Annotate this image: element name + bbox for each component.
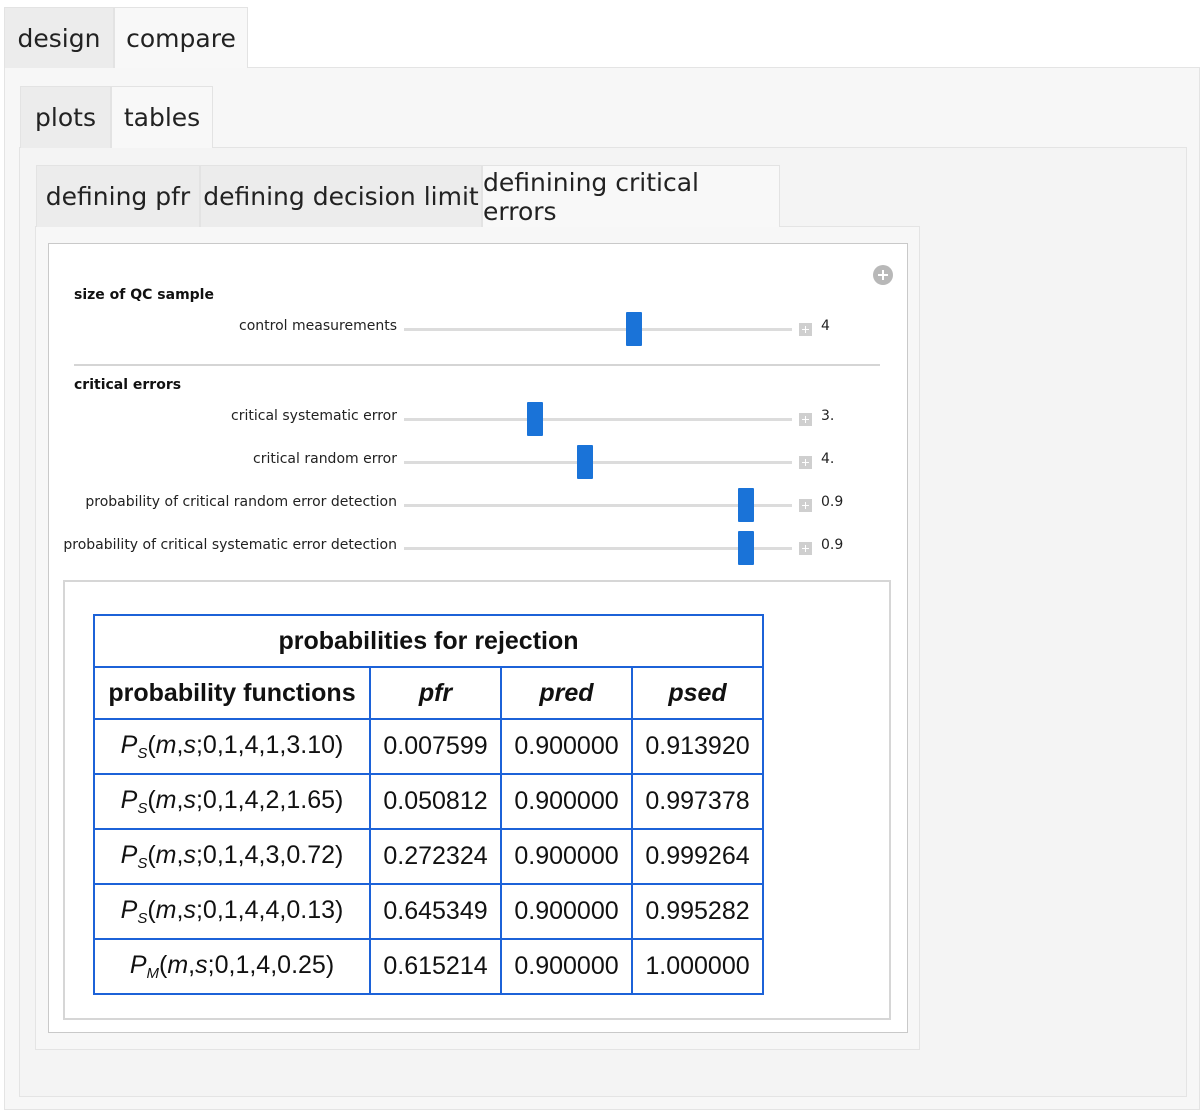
tab-plots[interactable]: plots <box>20 86 111 148</box>
critical-random-error-value: 4. <box>821 451 835 467</box>
function-cell: PS(m,s;0,1,4,4,0.13) <box>93 883 371 940</box>
table-caption: probabilities for rejection <box>93 614 764 668</box>
control-measurements-expand-icon[interactable] <box>799 323 812 336</box>
table-row: PS(m,s;0,1,4,1,3.10) 0.007599 0.900000 0… <box>93 718 764 775</box>
critical-systematic-error-expand-icon[interactable] <box>799 413 812 426</box>
tab-plots-label: plots <box>35 103 96 132</box>
prob-systematic-detection-label: probability of critical systematic error… <box>63 537 397 553</box>
psed-cell: 0.997378 <box>631 773 764 830</box>
function-cell: PS(m,s;0,1,4,3,0.72) <box>93 828 371 885</box>
critical-random-error-label: critical random error <box>253 451 397 467</box>
pfr-cell: 0.272324 <box>369 828 502 885</box>
tab-compare-label: compare <box>126 23 236 53</box>
prob-random-detection-label: probability of critical random error det… <box>85 494 397 510</box>
pred-cell: 0.900000 <box>500 938 633 995</box>
table-row: PM(m,s;0,1,4,0.25) 0.615214 0.900000 1.0… <box>93 938 764 995</box>
table-row: PS(m,s;0,1,4,2,1.65) 0.050812 0.900000 0… <box>93 773 764 830</box>
tab-defining-critical-errors[interactable]: definining critical errors <box>482 165 780 227</box>
critical-systematic-error-value: 3. <box>821 408 835 424</box>
table-row: PS(m,s;0,1,4,4,0.13) 0.645349 0.900000 0… <box>93 883 764 940</box>
critical-errors-section-title: critical errors <box>74 377 182 393</box>
header-pfr: pfr <box>369 666 502 720</box>
pred-cell: 0.900000 <box>500 718 633 775</box>
function-cell: PM(m,s;0,1,4,0.25) <box>93 938 371 995</box>
tab-compare[interactable]: compare <box>114 7 248 68</box>
tab-defining-decision-limit-label: defining decision limit <box>203 182 479 211</box>
qc-sample-section-title: size of QC sample <box>74 287 214 303</box>
pfr-cell: 0.007599 <box>369 718 502 775</box>
prob-systematic-detection-track[interactable] <box>404 547 792 550</box>
tab-defining-decision-limit[interactable]: defining decision limit <box>200 165 482 227</box>
prob-systematic-detection-value: 0.9 <box>821 537 844 553</box>
tab-defining-pfr[interactable]: defining pfr <box>36 165 200 227</box>
psed-cell: 0.913920 <box>631 718 764 775</box>
header-psed: psed <box>631 666 764 720</box>
control-measurements-track[interactable] <box>404 328 792 331</box>
critical-systematic-error-thumb[interactable] <box>527 402 543 436</box>
psed-cell: 0.999264 <box>631 828 764 885</box>
tab-tables-label: tables <box>123 103 201 132</box>
control-measurements-label: control measurements <box>239 318 397 334</box>
function-cell: PS(m,s;0,1,4,1,3.10) <box>93 718 371 775</box>
pred-cell: 0.900000 <box>500 883 633 940</box>
pfr-cell: 0.645349 <box>369 883 502 940</box>
prob-random-detection-track[interactable] <box>404 504 792 507</box>
prob-random-detection-value: 0.9 <box>821 494 844 510</box>
tab-design-label: design <box>17 23 101 53</box>
header-probability-functions: probability functions <box>93 666 371 720</box>
pfr-cell: 0.050812 <box>369 773 502 830</box>
table-row: PS(m,s;0,1,4,3,0.72) 0.272324 0.900000 0… <box>93 828 764 885</box>
function-cell: PS(m,s;0,1,4,2,1.65) <box>93 773 371 830</box>
probabilities-table: probabilities for rejection probability … <box>93 614 764 995</box>
pred-cell: 0.900000 <box>500 828 633 885</box>
prob-systematic-detection-expand-icon[interactable] <box>799 542 812 555</box>
psed-cell: 1.000000 <box>631 938 764 995</box>
critical-random-error-thumb[interactable] <box>577 445 593 479</box>
prob-random-detection-thumb[interactable] <box>738 488 754 522</box>
prob-systematic-detection-thumb[interactable] <box>738 531 754 565</box>
control-measurements-value: 4 <box>821 318 830 334</box>
prob-random-detection-expand-icon[interactable] <box>799 499 812 512</box>
pfr-cell: 0.615214 <box>369 938 502 995</box>
tab-defining-pfr-label: defining pfr <box>45 182 191 211</box>
section-divider <box>74 364 880 366</box>
tab-design[interactable]: design <box>4 7 114 68</box>
critical-random-error-track[interactable] <box>404 461 792 464</box>
critical-random-error-expand-icon[interactable] <box>799 456 812 469</box>
pred-cell: 0.900000 <box>500 773 633 830</box>
tab-defining-critical-errors-label: definining critical errors <box>483 167 699 226</box>
critical-systematic-error-label: critical systematic error <box>231 408 397 424</box>
critical-systematic-error-track[interactable] <box>404 418 792 421</box>
psed-cell: 0.995282 <box>631 883 764 940</box>
tab-tables[interactable]: tables <box>111 86 213 148</box>
control-measurements-thumb[interactable] <box>626 312 642 346</box>
expand-plus-icon[interactable] <box>873 265 893 285</box>
header-pred: pred <box>500 666 633 720</box>
